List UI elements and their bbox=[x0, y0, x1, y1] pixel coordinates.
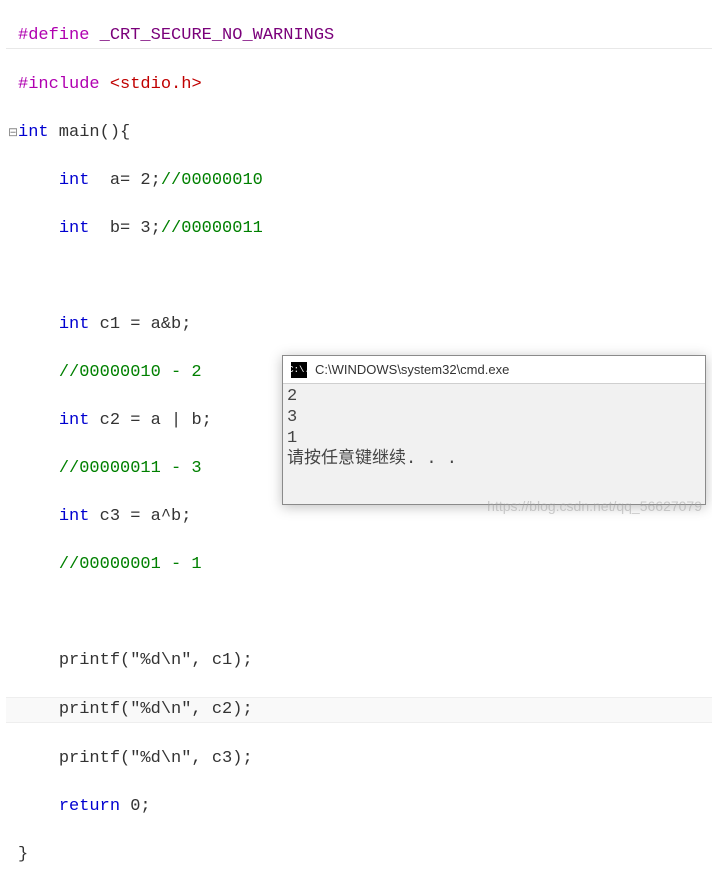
comment: //00000011 - 3 bbox=[59, 459, 202, 478]
press-any-key: 请按任意键继续. . . bbox=[287, 450, 457, 469]
printf-call: printf("%d\n", c1); bbox=[59, 651, 253, 670]
comment: //00000001 - 1 bbox=[59, 555, 202, 574]
gutter-blank bbox=[8, 73, 18, 97]
macro-name: _CRT_SECURE_NO_WARNINGS bbox=[89, 26, 334, 45]
printf-call: printf("%d\n", c2); bbox=[59, 700, 253, 719]
comment: //00000011 bbox=[161, 219, 263, 238]
pp-include: #include bbox=[18, 75, 100, 94]
watermark-text: https://blog.csdn.net/qq_56627079 bbox=[487, 498, 702, 514]
comment: //00000010 - 2 bbox=[59, 363, 202, 382]
fold-icon[interactable]: ⊟ bbox=[8, 121, 18, 145]
include-header: <stdio.h> bbox=[100, 75, 202, 94]
out-line: 2 bbox=[287, 387, 297, 406]
gutter-blank bbox=[8, 24, 18, 48]
out-line: 1 bbox=[287, 429, 297, 448]
comment: //00000010 bbox=[161, 171, 263, 190]
cmd-output: 2 3 1 请按任意键继续. . . bbox=[283, 384, 705, 472]
printf-call: printf("%d\n", c3); bbox=[59, 749, 253, 768]
cmd-window[interactable]: C:\. C:\WINDOWS\system32\cmd.exe 2 3 1 请… bbox=[282, 355, 706, 505]
cmd-icon: C:\. bbox=[291, 362, 307, 378]
kw-int: int bbox=[18, 123, 49, 142]
selected-line[interactable]: printf("%d\n", c2); bbox=[6, 697, 712, 723]
cmd-titlebar[interactable]: C:\. C:\WINDOWS\system32\cmd.exe bbox=[283, 356, 705, 384]
cmd-title-text: C:\WINDOWS\system32\cmd.exe bbox=[315, 362, 509, 377]
out-line: 3 bbox=[287, 408, 297, 427]
closing-brace: } bbox=[18, 845, 28, 864]
pp-define: #define bbox=[18, 26, 89, 45]
func-sig: main(){ bbox=[49, 123, 131, 142]
